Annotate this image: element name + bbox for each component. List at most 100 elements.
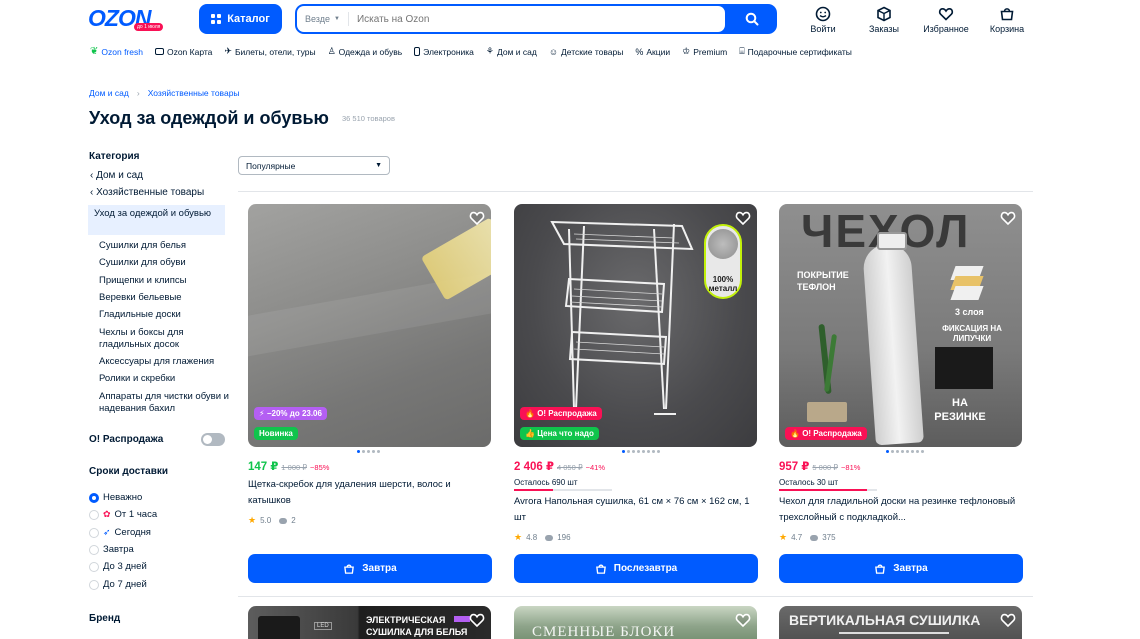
product-title[interactable]: Чехол для гладильной доски на резинке те…: [779, 494, 1019, 526]
category-sub-item[interactable]: Чехлы и боксы для гладильных досок: [99, 327, 209, 351]
product-image[interactable]: 100% металл 🔥 О! Распродажа 👍 Цена что н…: [514, 204, 757, 447]
delivery-option[interactable]: Неважно: [89, 492, 142, 503]
nav-promo[interactable]: % Акции: [635, 46, 670, 57]
divider: [238, 191, 1033, 192]
login-label: Войти: [810, 24, 836, 34]
product-image[interactable]: LED ЭЛЕКТРИЧЕСКАЯ СУШИЛКА ДЛЯ БЕЛЬЯ: [248, 606, 491, 639]
favorite-heart-icon[interactable]: [735, 612, 751, 628]
favorites-button[interactable]: Избранное: [916, 6, 976, 34]
category-active[interactable]: Уход за одеждой и обувью: [88, 205, 225, 235]
delivery-option[interactable]: ✿ От 1 часа: [89, 509, 157, 520]
delivery-date-label: Завтра: [893, 563, 928, 574]
delivery-option[interactable]: До 7 дней: [89, 579, 147, 590]
delivery-option[interactable]: До 3 дней: [89, 561, 147, 572]
category-heading: Категория: [89, 151, 140, 162]
nav-tickets[interactable]: ✈ Билеты, отели, туры: [224, 46, 315, 57]
rating-value: 4.8: [526, 533, 538, 542]
delivery-option[interactable]: ➶ Сегодня: [89, 527, 151, 538]
price-discount: −41%: [585, 463, 606, 472]
search-input[interactable]: [348, 13, 725, 25]
sort-label: Популярные: [246, 160, 296, 171]
favorite-heart-icon[interactable]: [1000, 210, 1016, 226]
search-icon: [745, 12, 759, 26]
radio-icon: [89, 561, 99, 572]
kids-icon: ☺: [548, 46, 559, 57]
breadcrumb-link[interactable]: Хозяйственные товары: [148, 88, 240, 98]
delivery-label: Неважно: [103, 492, 143, 503]
nav-label: Подарочные сертификаты: [747, 46, 852, 57]
phone-icon: [414, 47, 421, 56]
radio-icon: [89, 509, 99, 520]
star-icon: ★: [248, 515, 257, 525]
sale-toggle[interactable]: [201, 433, 225, 446]
product-title[interactable]: Щетка-скребок для удаления шерсти, волос…: [248, 477, 488, 509]
sale-tag: 🔥 О! Распродажа: [785, 427, 867, 440]
face-icon: [815, 6, 831, 22]
add-to-cart-button[interactable]: Завтра: [779, 554, 1023, 583]
orders-button[interactable]: Заказы: [854, 6, 914, 34]
fresh-icon: ❦: [90, 46, 99, 57]
category-sub-item[interactable]: Сушилки для белья: [99, 240, 239, 252]
favorite-heart-icon[interactable]: [735, 210, 751, 226]
divider: [238, 596, 1033, 597]
nav-label: Детские товары: [561, 46, 624, 57]
good-price-tag: 👍 Цена что надо: [520, 427, 599, 440]
price-current: 147 ₽: [248, 461, 279, 473]
catalog-button[interactable]: Каталог: [199, 4, 282, 34]
product-title[interactable]: Avrora Напольная сушилка, 61 см × 76 см …: [514, 494, 754, 526]
search-button[interactable]: [727, 4, 777, 34]
card-icon: [154, 48, 164, 55]
nav-gift-cards[interactable]: ⌸ Подарочные сертификаты: [739, 46, 852, 57]
nav-home-garden[interactable]: ⚘ Дом и сад: [486, 46, 537, 57]
nav-label: Билеты, отели, туры: [234, 46, 316, 57]
nav-kids[interactable]: ☺ Детские товары: [549, 46, 624, 57]
product-image[interactable]: ВЕРТИКАЛЬНАЯ СУШИЛКА: [779, 606, 1022, 639]
ozon-logo[interactable]: OZON до 1 июля: [88, 5, 170, 33]
image-heading-text: СМЕННЫЕ БЛОКИ: [532, 624, 676, 639]
nav-clothes[interactable]: ♙ Одежда и обувь: [328, 46, 403, 57]
delivery-label: До 3 дней: [103, 561, 147, 572]
favorite-heart-icon[interactable]: [469, 612, 485, 628]
price-old: 1 000 ₽: [281, 463, 308, 472]
radio-icon: [89, 544, 99, 555]
nav-premium[interactable]: ♔ Premium: [682, 46, 727, 57]
add-to-cart-button[interactable]: Завтра: [248, 554, 492, 583]
nav-ozon-fresh[interactable]: ❦ Ozon fresh: [90, 46, 143, 57]
review-icon: [810, 534, 819, 541]
category-sub-item[interactable]: Веревки бельевые: [99, 292, 239, 304]
category-sub-item[interactable]: Гладильные доски: [99, 309, 239, 321]
product-image[interactable]: СМЕННЫЕ БЛОКИ: [514, 606, 757, 639]
sort-select[interactable]: Популярные ▼: [238, 156, 390, 175]
image-feature-text: ПОКРЫТИЕ ТЕФЛОН: [797, 270, 849, 292]
product-image[interactable]: ЧЕХОЛ ПОКРЫТИЕ ТЕФЛОН 3 слоя ФИКСАЦИЯ НА…: [779, 204, 1022, 447]
crown-icon: ♔: [682, 46, 691, 56]
new-tag: Новинка: [254, 427, 298, 440]
category-sub-item[interactable]: Ролики и скребки: [99, 373, 239, 385]
category-sub-item[interactable]: Прищепки и клипсы: [99, 275, 239, 287]
nav-electronics[interactable]: Электроника: [414, 46, 474, 57]
add-to-cart-button[interactable]: Послезавтра: [514, 554, 758, 583]
price-current: 957 ₽: [779, 461, 810, 473]
breadcrumb-link[interactable]: Дом и сад: [89, 88, 129, 98]
category-sub-item[interactable]: Аппараты для чистки обуви и надевания ба…: [99, 391, 239, 415]
delivery-heading: Сроки доставки: [89, 466, 169, 477]
nav-ozon-card[interactable]: Ozon Карта: [154, 46, 212, 57]
product-rating: ★ 4.7 375: [779, 532, 836, 543]
category-sub-item[interactable]: Сушилки для обуви: [99, 257, 239, 269]
metal-badge: 100% металл: [704, 224, 742, 299]
delivery-option[interactable]: Завтра: [89, 544, 134, 555]
product-price: 147 ₽ 1 000 ₽ −85%: [248, 459, 329, 473]
search-scope-select[interactable]: Везде ▼: [297, 12, 349, 26]
category-parent-link[interactable]: ‹ Дом и сад: [90, 170, 143, 181]
product-rating: ★ 4.8 196: [514, 532, 571, 543]
cart-button[interactable]: Корзина: [977, 6, 1037, 34]
login-button[interactable]: Войти: [793, 6, 853, 34]
cart-label: Корзина: [989, 24, 1025, 34]
reviews-count: 196: [557, 533, 571, 542]
product-image[interactable]: ⚡ −20% до 23.06 Новинка: [248, 204, 491, 447]
delivery-date-label: Послезавтра: [613, 563, 678, 574]
favorite-heart-icon[interactable]: [1000, 612, 1016, 628]
favorite-heart-icon[interactable]: [469, 210, 485, 226]
category-parent-link[interactable]: ‹ Хозяйственные товары: [90, 187, 204, 198]
category-sub-item[interactable]: Аксессуары для глажения: [99, 356, 239, 368]
